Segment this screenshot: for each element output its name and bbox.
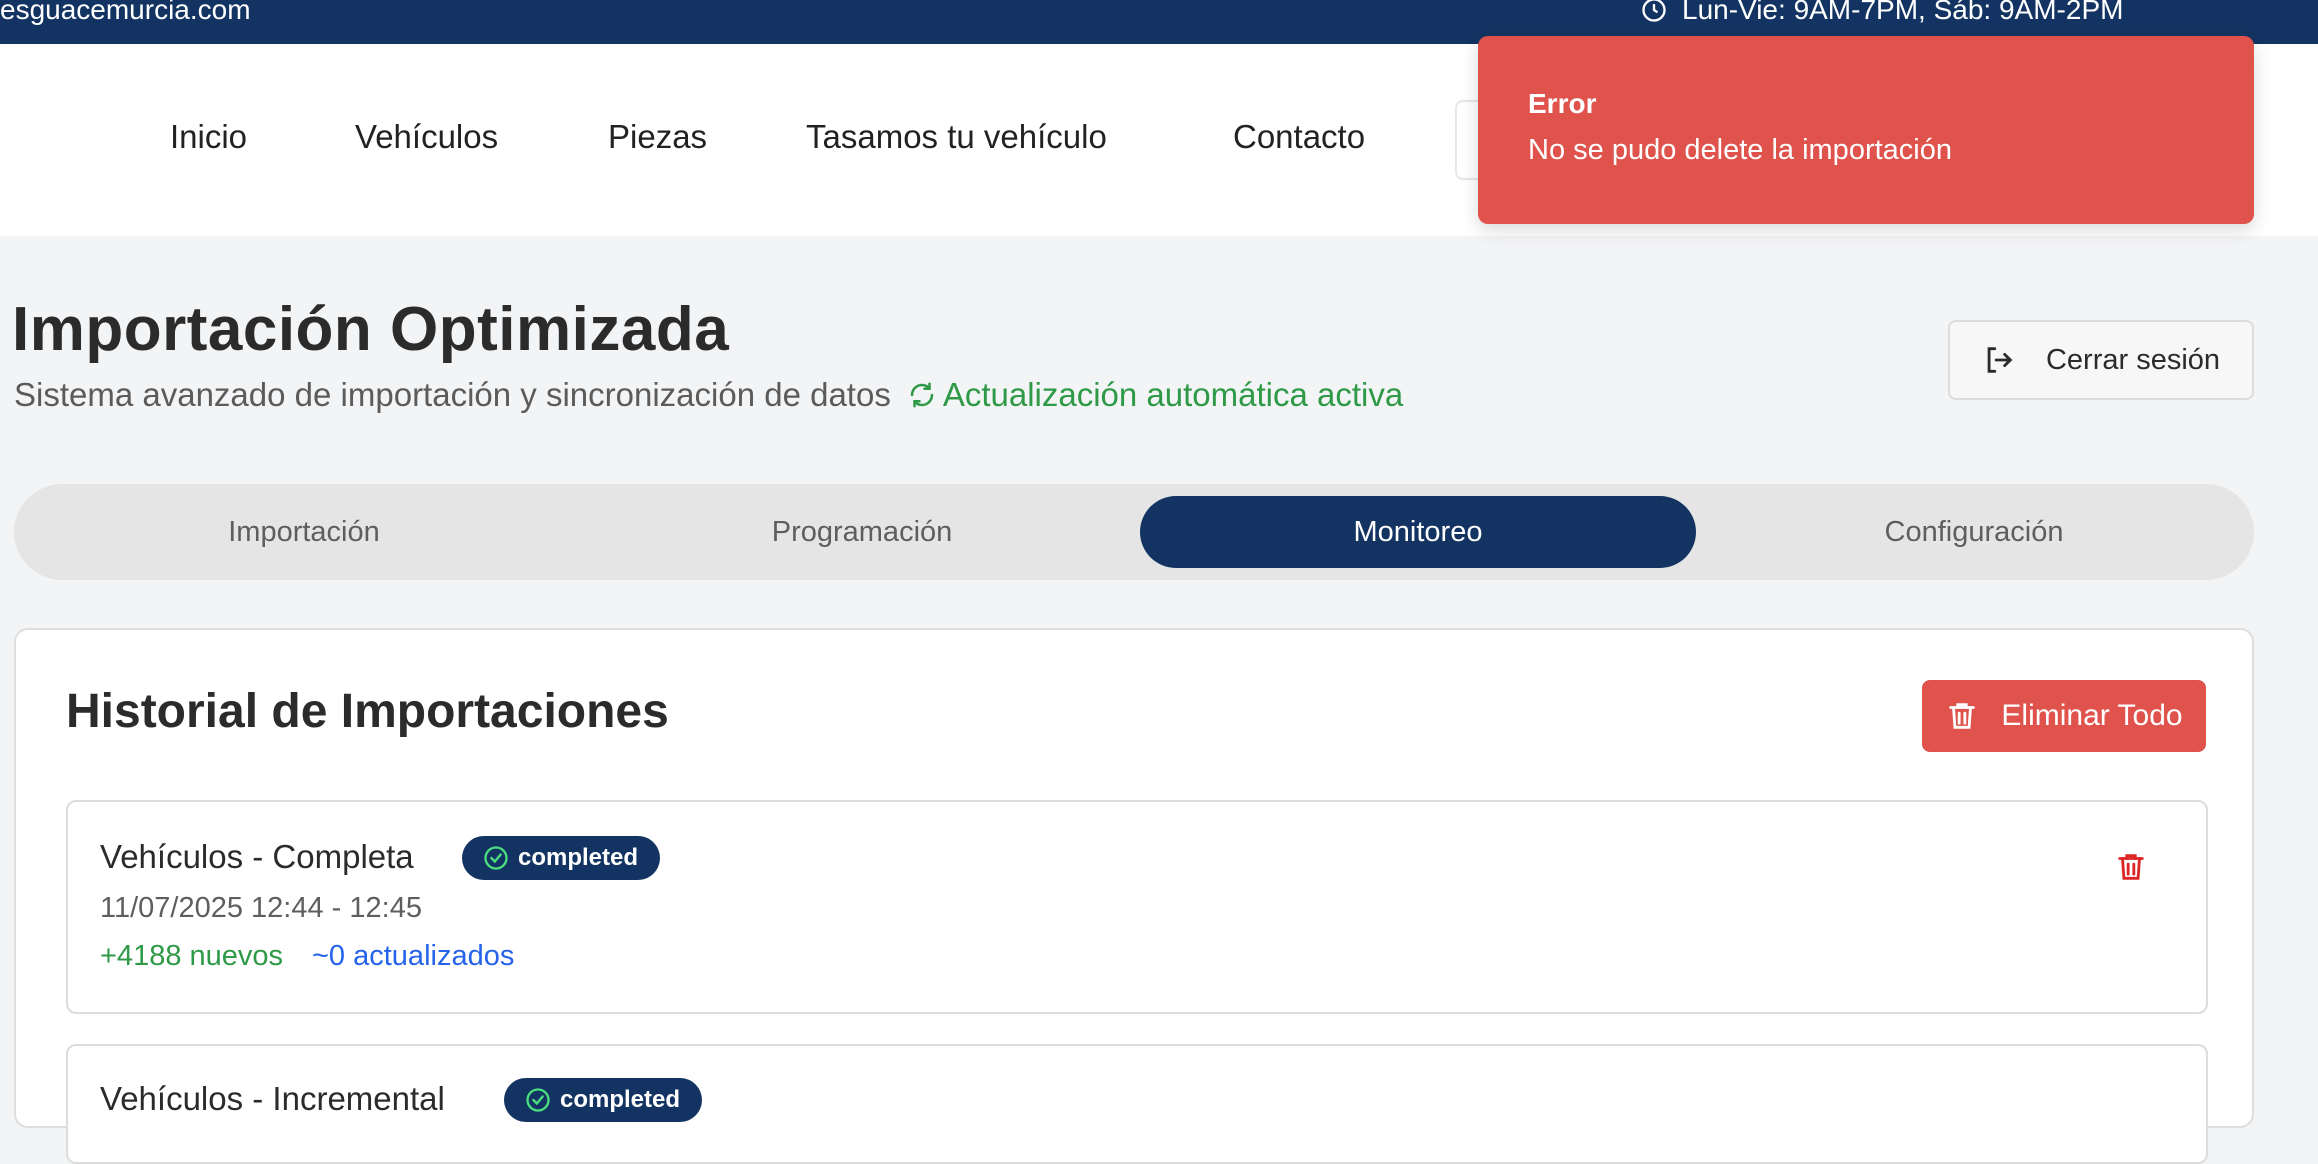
tab-importacion[interactable]: Importación bbox=[26, 496, 582, 568]
opening-hours-text: Lun-Vie: 9AM-7PM, Sáb: 9AM-2PM bbox=[1682, 0, 2124, 25]
nav-link-contacto[interactable]: Contacto bbox=[1233, 118, 1365, 156]
nav-link-vehiculos[interactable]: Vehículos bbox=[355, 118, 498, 156]
history-item-updated-count: ~0 actualizados bbox=[312, 940, 515, 972]
nav-link-tasamos[interactable]: Tasamos tu vehículo bbox=[806, 118, 1107, 156]
history-item: Vehículos - Completa completed 11/07/202… bbox=[66, 800, 2208, 1014]
check-circle-icon bbox=[526, 1088, 550, 1112]
history-title: Historial de Importaciones bbox=[66, 685, 669, 738]
delete-all-button[interactable]: Eliminar Todo bbox=[1922, 680, 2206, 752]
tab-programacion[interactable]: Programación bbox=[584, 496, 1140, 568]
opening-hours: Lun-Vie: 9AM-7PM, Sáb: 9AM-2PM bbox=[1640, 0, 2123, 26]
trash-icon bbox=[1949, 703, 1976, 729]
site-domain: esguacemurcia.com bbox=[0, 0, 251, 25]
refresh-icon bbox=[910, 382, 934, 408]
tab-monitoreo[interactable]: Monitoreo bbox=[1140, 496, 1696, 568]
auto-update-text: Actualización automática activa bbox=[942, 376, 1404, 413]
logout-label: Cerrar sesión bbox=[2045, 343, 2221, 376]
clock-icon bbox=[1642, 0, 1666, 22]
nav-link-piezas[interactable]: Piezas bbox=[608, 118, 707, 156]
toast-message: No se pudo delete la importación bbox=[1528, 134, 1952, 166]
delete-item-icon[interactable] bbox=[2114, 850, 2148, 884]
status-badge: completed bbox=[504, 1078, 703, 1122]
status-badge: completed bbox=[462, 836, 661, 880]
toast-title: Error bbox=[1528, 88, 1597, 119]
status-badge-text: completed bbox=[560, 1086, 681, 1113]
section-tabs: Importación Programación Monitoreo Confi… bbox=[14, 484, 2254, 580]
page-title: Importación Optimizada bbox=[12, 295, 730, 364]
auto-update-indicator: Actualización automática activa bbox=[907, 376, 1403, 414]
history-item-name: Vehículos - Incremental bbox=[100, 1080, 445, 1117]
logout-button[interactable]: Cerrar sesión bbox=[1948, 320, 2254, 400]
check-circle-icon bbox=[484, 846, 508, 870]
history-item-name: Vehículos - Completa bbox=[100, 838, 414, 875]
nav-link-inicio[interactable]: Inicio bbox=[170, 118, 247, 156]
error-toast[interactable]: Error No se pudo delete la importación bbox=[1478, 36, 2254, 224]
logout-icon bbox=[1987, 347, 2013, 373]
import-history-card: Historial de Importaciones Eliminar Todo… bbox=[14, 628, 2254, 1164]
page-subtitle-text: Sistema avanzado de importación y sincro… bbox=[14, 376, 891, 413]
status-badge-text: completed bbox=[518, 844, 639, 871]
history-item-new-count: +4188 nuevos bbox=[100, 940, 284, 972]
history-item-time: 11/07/2025 12:44 - 12:45 bbox=[100, 892, 422, 924]
tab-configuracion[interactable]: Configuración bbox=[1696, 496, 2252, 568]
page-subtitle: Sistema avanzado de importación y sincro… bbox=[14, 376, 1403, 414]
history-item: Vehículos - Incremental completed bbox=[66, 1044, 2208, 1164]
delete-all-label: Eliminar Todo bbox=[2001, 699, 2183, 732]
